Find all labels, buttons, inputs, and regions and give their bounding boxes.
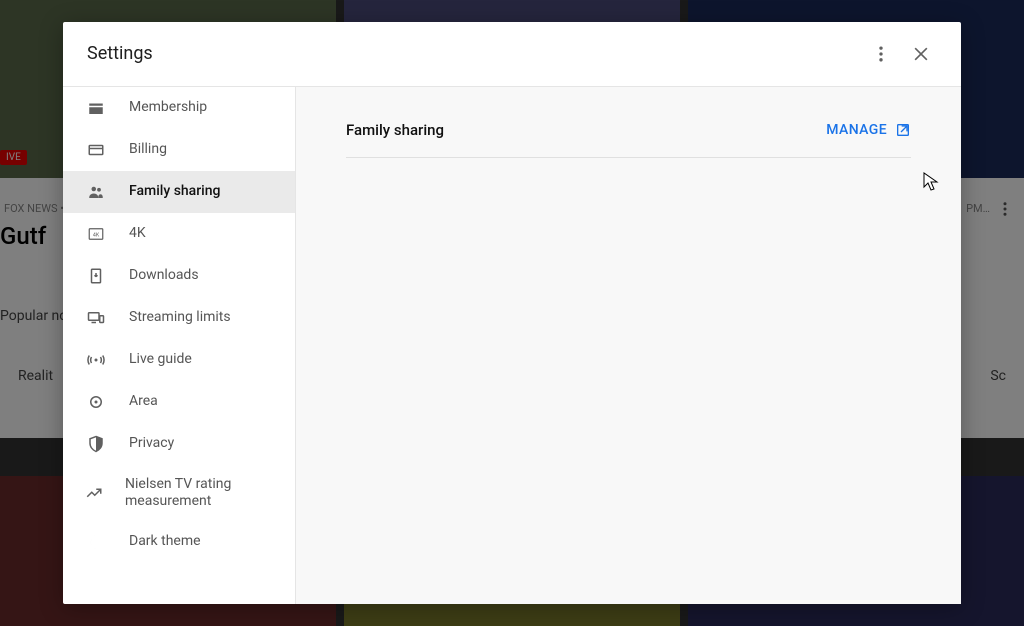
dialog-close-button[interactable] (901, 34, 941, 74)
sidebar-item-streaming-limits[interactable]: Streaming limits (63, 297, 295, 339)
sidebar-item-label: Dark theme (129, 533, 201, 551)
sidebar-item-dark-theme[interactable]: Dark theme (63, 521, 295, 563)
sidebar-item-family-sharing[interactable]: Family sharing (63, 171, 295, 213)
svg-text:4K: 4K (93, 232, 100, 238)
sidebar-item-label: Nielsen TV rating measurement (125, 476, 273, 511)
settings-sidebar: Membership Billing Family sharing 4K 4K (63, 87, 296, 604)
chart-icon (85, 484, 103, 502)
sidebar-item-privacy[interactable]: Privacy (63, 423, 295, 465)
sidebar-item-membership[interactable]: Membership (63, 87, 295, 129)
settings-dialog: Settings Membership Billing (63, 22, 961, 604)
sidebar-item-label: Privacy (129, 435, 174, 453)
membership-icon (85, 99, 107, 117)
shield-icon (85, 435, 107, 453)
sidebar-item-area[interactable]: Area (63, 381, 295, 423)
sidebar-item-nielsen[interactable]: Nielsen TV rating measurement (63, 465, 295, 521)
devices-icon (85, 309, 107, 327)
people-icon (85, 183, 107, 201)
manage-label: MANAGE (826, 122, 887, 138)
moon-icon (85, 533, 107, 551)
sidebar-item-label: 4K (129, 225, 146, 243)
sidebar-item-label: Membership (129, 99, 207, 117)
download-icon (85, 267, 107, 285)
sidebar-item-downloads[interactable]: Downloads (63, 255, 295, 297)
sidebar-item-label: Live guide (129, 351, 192, 369)
dialog-header: Settings (63, 22, 961, 86)
dialog-more-button[interactable] (861, 34, 901, 74)
family-sharing-section: Family sharing MANAGE (346, 117, 911, 158)
sidebar-item-label: Family sharing (129, 183, 220, 201)
sidebar-item-label: Downloads (129, 267, 199, 285)
dialog-title: Settings (87, 43, 861, 64)
sidebar-item-label: Area (129, 393, 158, 411)
settings-content: Family sharing MANAGE (296, 87, 961, 604)
credit-card-icon (85, 141, 107, 159)
sidebar-item-label: Billing (129, 141, 167, 159)
section-title: Family sharing (346, 121, 444, 139)
manage-button[interactable]: MANAGE (826, 122, 911, 138)
4k-icon: 4K (85, 225, 107, 243)
open-external-icon (895, 122, 911, 138)
sidebar-item-4k[interactable]: 4K 4K (63, 213, 295, 255)
sidebar-item-label: Streaming limits (129, 309, 231, 327)
sidebar-item-billing[interactable]: Billing (63, 129, 295, 171)
location-icon (85, 393, 107, 411)
sidebar-item-live-guide[interactable]: Live guide (63, 339, 295, 381)
antenna-icon (85, 351, 107, 369)
